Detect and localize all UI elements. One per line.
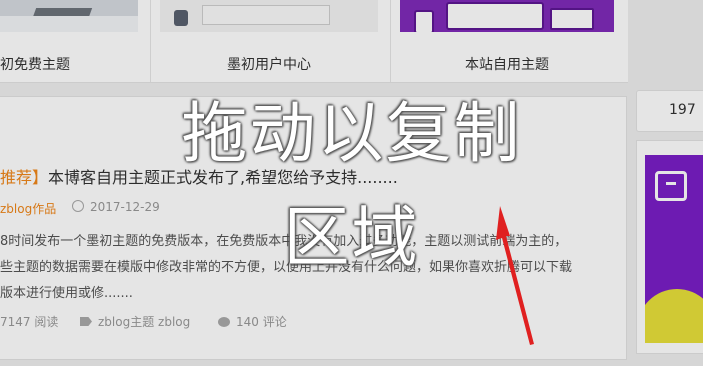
arrow-shape <box>496 206 534 345</box>
drag-hint-line2: 区域 <box>283 199 420 276</box>
drag-to-copy-hint: 拖动以复制 区域 <box>0 82 703 290</box>
drag-hint-line1: 拖动以复制 <box>181 95 522 172</box>
pointer-arrow-icon <box>496 206 534 345</box>
